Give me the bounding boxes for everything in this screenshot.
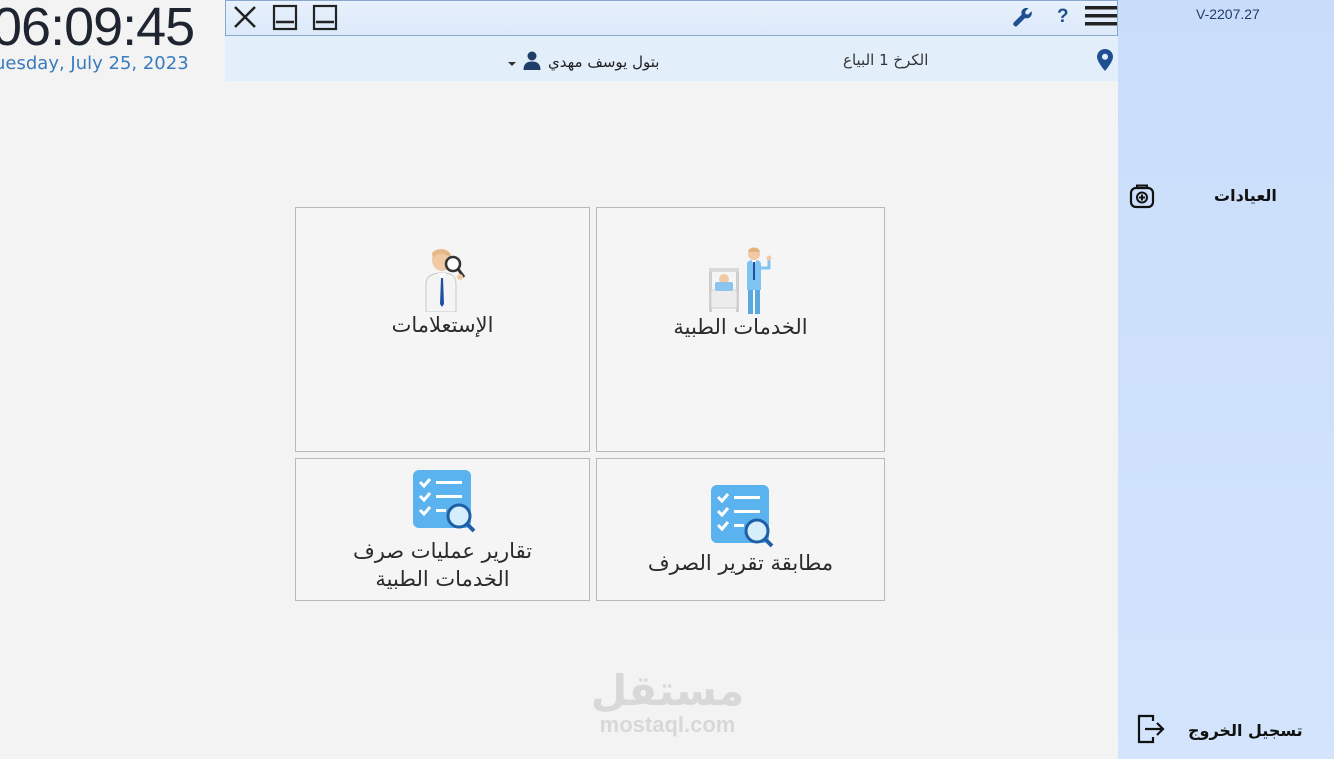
medical-kit-icon <box>1128 182 1156 214</box>
logout-label: تسجيل الخروج <box>1188 721 1303 740</box>
watermark: مستقل mostaql.com <box>585 670 750 738</box>
help-icon[interactable]: ? <box>1057 6 1069 28</box>
caret-down-icon <box>508 53 516 71</box>
tile-medical-services-title: الخدمات الطبية <box>673 315 808 339</box>
right-sidebar: V-2207.27 العيادات تسجيل الخروج <box>1118 0 1334 759</box>
tile-matching-report[interactable]: مطابقة تقرير الصرف <box>596 458 885 601</box>
logout-button[interactable]: تسجيل الخروج <box>1118 710 1334 750</box>
info-bar: بتول يوسف مهدي الكرخ 1 البياع <box>225 36 1118 81</box>
title-bar: ? <box>225 0 1118 36</box>
doctor-patient-icon <box>705 246 777 318</box>
tile-dispensing-reports-title-line2: الخدمات الطبية <box>375 567 510 591</box>
tile-dispensing-reports[interactable]: تقارير عمليات صرف الخدمات الطبية <box>295 458 590 601</box>
restore-icon[interactable] <box>310 3 340 33</box>
logout-icon <box>1136 713 1166 749</box>
minimize-icon[interactable] <box>270 3 300 33</box>
user-menu[interactable]: بتول يوسف مهدي <box>508 50 659 74</box>
sidebar-item-clinics[interactable]: العيادات <box>1118 176 1334 216</box>
user-name: بتول يوسف مهدي <box>548 53 660 71</box>
tile-inquiries-title: الإستعلامات <box>391 313 494 337</box>
location-pin-icon <box>1097 49 1113 75</box>
checklist-search-icon <box>710 484 774 552</box>
watermark-arabic: مستقل <box>590 666 745 715</box>
user-icon <box>522 50 542 74</box>
checklist-search-icon <box>412 469 476 537</box>
tile-medical-services[interactable]: الخدمات الطبية <box>596 207 885 452</box>
location-label: الكرخ 1 البياع <box>843 51 929 69</box>
clock-time: 06:09:45 <box>0 0 195 57</box>
menu-icon[interactable] <box>1083 4 1119 34</box>
watermark-latin: mostaql.com <box>599 712 736 737</box>
tile-matching-report-title: مطابقة تقرير الصرف <box>647 551 834 575</box>
close-icon[interactable] <box>230 3 260 33</box>
tile-inquiries[interactable]: الإستعلامات <box>295 207 590 452</box>
sidebar-item-clinics-label: العيادات <box>1214 186 1277 205</box>
wrench-icon[interactable] <box>1011 5 1035 33</box>
tile-dispensing-reports-title-line1: تقارير عمليات صرف <box>352 539 533 563</box>
doctor-search-icon <box>420 248 468 316</box>
version-label: V-2207.27 <box>1196 6 1260 22</box>
clock-date: uesday, July 25, 2023 <box>0 53 189 74</box>
clock-panel: 06:09:45 uesday, July 25, 2023 <box>0 0 225 82</box>
